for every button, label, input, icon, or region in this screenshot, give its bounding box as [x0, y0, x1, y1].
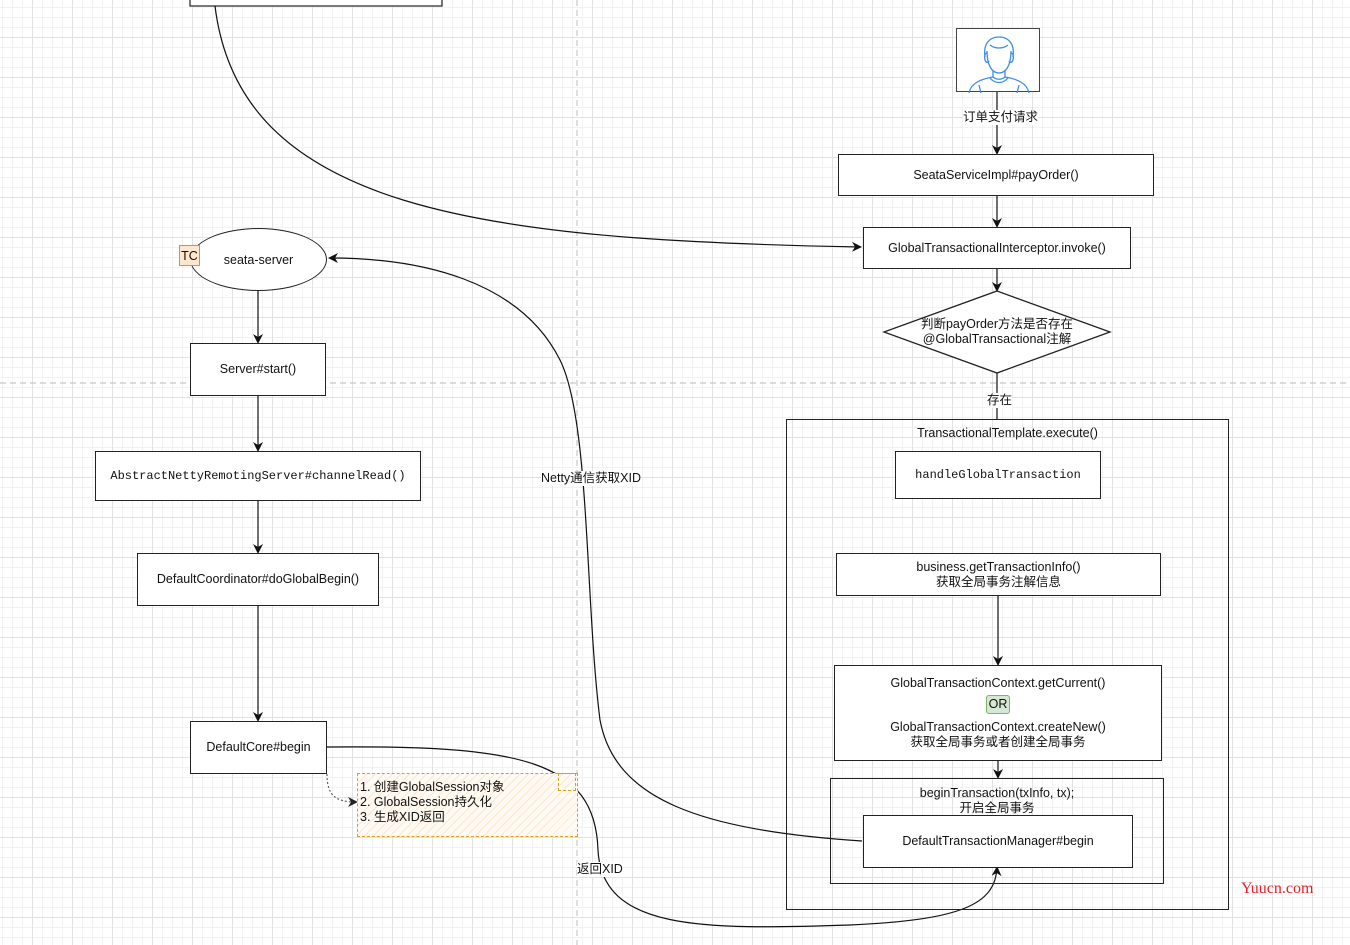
- decision-line-1: 判断payOrder方法是否存在: [920, 317, 1074, 331]
- edge-label-netty: Netty通信获取XID: [541, 471, 642, 486]
- manager-text: DefaultTransactionManager#begin: [902, 834, 1094, 848]
- node-pay-order-text: SeataServiceImpl#payOrder(): [913, 167, 1079, 182]
- begin-tx-line-1: beginTransaction(txInfo, tx);: [919, 786, 1075, 800]
- node-get-transaction-info[interactable]: business.getTransactionInfo() 获取全局事务注解信息: [836, 553, 1161, 596]
- node-interceptor[interactable]: GlobalTransactionalInterceptor.invoke(): [863, 227, 1131, 269]
- node-channel-read[interactable]: AbstractNettyRemotingServer#channelRead(…: [95, 451, 421, 501]
- server-start-text: Server#start(): [219, 362, 297, 376]
- decision-yes-label: 存在: [987, 393, 1013, 408]
- note-line-1: 1. 创建GlobalSession对象: [360, 780, 505, 794]
- note-line-3: 3. 生成XID返回: [360, 810, 445, 824]
- tc-role-badge: TC: [179, 245, 200, 266]
- note-line-2: 2. GlobalSession持久化: [360, 795, 493, 809]
- node-interceptor-text: GlobalTransactionalInterceptor.invoke(): [888, 240, 1106, 255]
- node-handle-text: handleGlobalTransaction: [915, 467, 1081, 482]
- node-pay-order[interactable]: SeataServiceImpl#payOrder(): [838, 154, 1154, 196]
- node-transaction-manager-begin[interactable]: DefaultTransactionManager#begin: [863, 815, 1133, 868]
- edge-label-return-xid: 返回XID: [577, 862, 623, 877]
- edge-top-to-interceptor: [214, 5, 862, 252]
- node-transaction-context[interactable]: GlobalTransactionContext.getCurrent() OR…: [834, 665, 1162, 761]
- node-seata-server[interactable]: seata-server: [190, 228, 327, 291]
- get-info-line-1: business.getTransactionInfo(): [916, 559, 1081, 574]
- request-label: 订单支付请求: [963, 110, 1039, 125]
- node-server-start[interactable]: Server#start(): [190, 343, 326, 396]
- core-begin-note[interactable]: 1. 创建GlobalSession对象 2. GlobalSession持久化 3…: [357, 773, 578, 837]
- begin-tx-line-2: 开启全局事务: [959, 801, 1035, 815]
- decision-text[interactable]: 判断payOrder方法是否存在 @GlobalTransactional注解: [900, 316, 1094, 348]
- user-icon: [968, 36, 1030, 94]
- edge-netty-get-xid: [328, 253, 863, 842]
- offscreen-top-box: [189, 0, 443, 7]
- channel-read-text: AbstractNettyRemotingServer#channelRead(…: [110, 468, 406, 483]
- tc-badge-text: TC: [181, 248, 198, 263]
- server-name: seata-server: [223, 252, 294, 267]
- core-begin-text: DefaultCore#begin: [206, 740, 311, 754]
- node-core-begin[interactable]: DefaultCore#begin: [190, 721, 327, 774]
- decision-line-2: @GlobalTransactional注解: [922, 332, 1072, 346]
- context-line-3: 获取全局事务或者创建全局事务: [910, 735, 1086, 749]
- actor-user: [956, 28, 1040, 94]
- edge-core-to-note: [326, 773, 358, 807]
- note-fold-corner: [558, 773, 576, 791]
- context-line-1: GlobalTransactionContext.getCurrent(): [890, 676, 1106, 690]
- template-title: TransactionalTemplate.execute(): [917, 426, 1098, 440]
- do-global-begin-text: DefaultCoordinator#doGlobalBegin(): [156, 572, 360, 586]
- get-info-line-2: 获取全局事务注解信息: [935, 574, 1061, 589]
- node-do-global-begin[interactable]: DefaultCoordinator#doGlobalBegin(): [137, 553, 379, 606]
- watermark: Yuucn.com: [1241, 880, 1314, 897]
- context-line-2: GlobalTransactionContext.createNew(): [890, 720, 1106, 734]
- or-badge: OR: [985, 695, 1011, 714]
- node-handle-global-transaction[interactable]: handleGlobalTransaction: [895, 451, 1101, 499]
